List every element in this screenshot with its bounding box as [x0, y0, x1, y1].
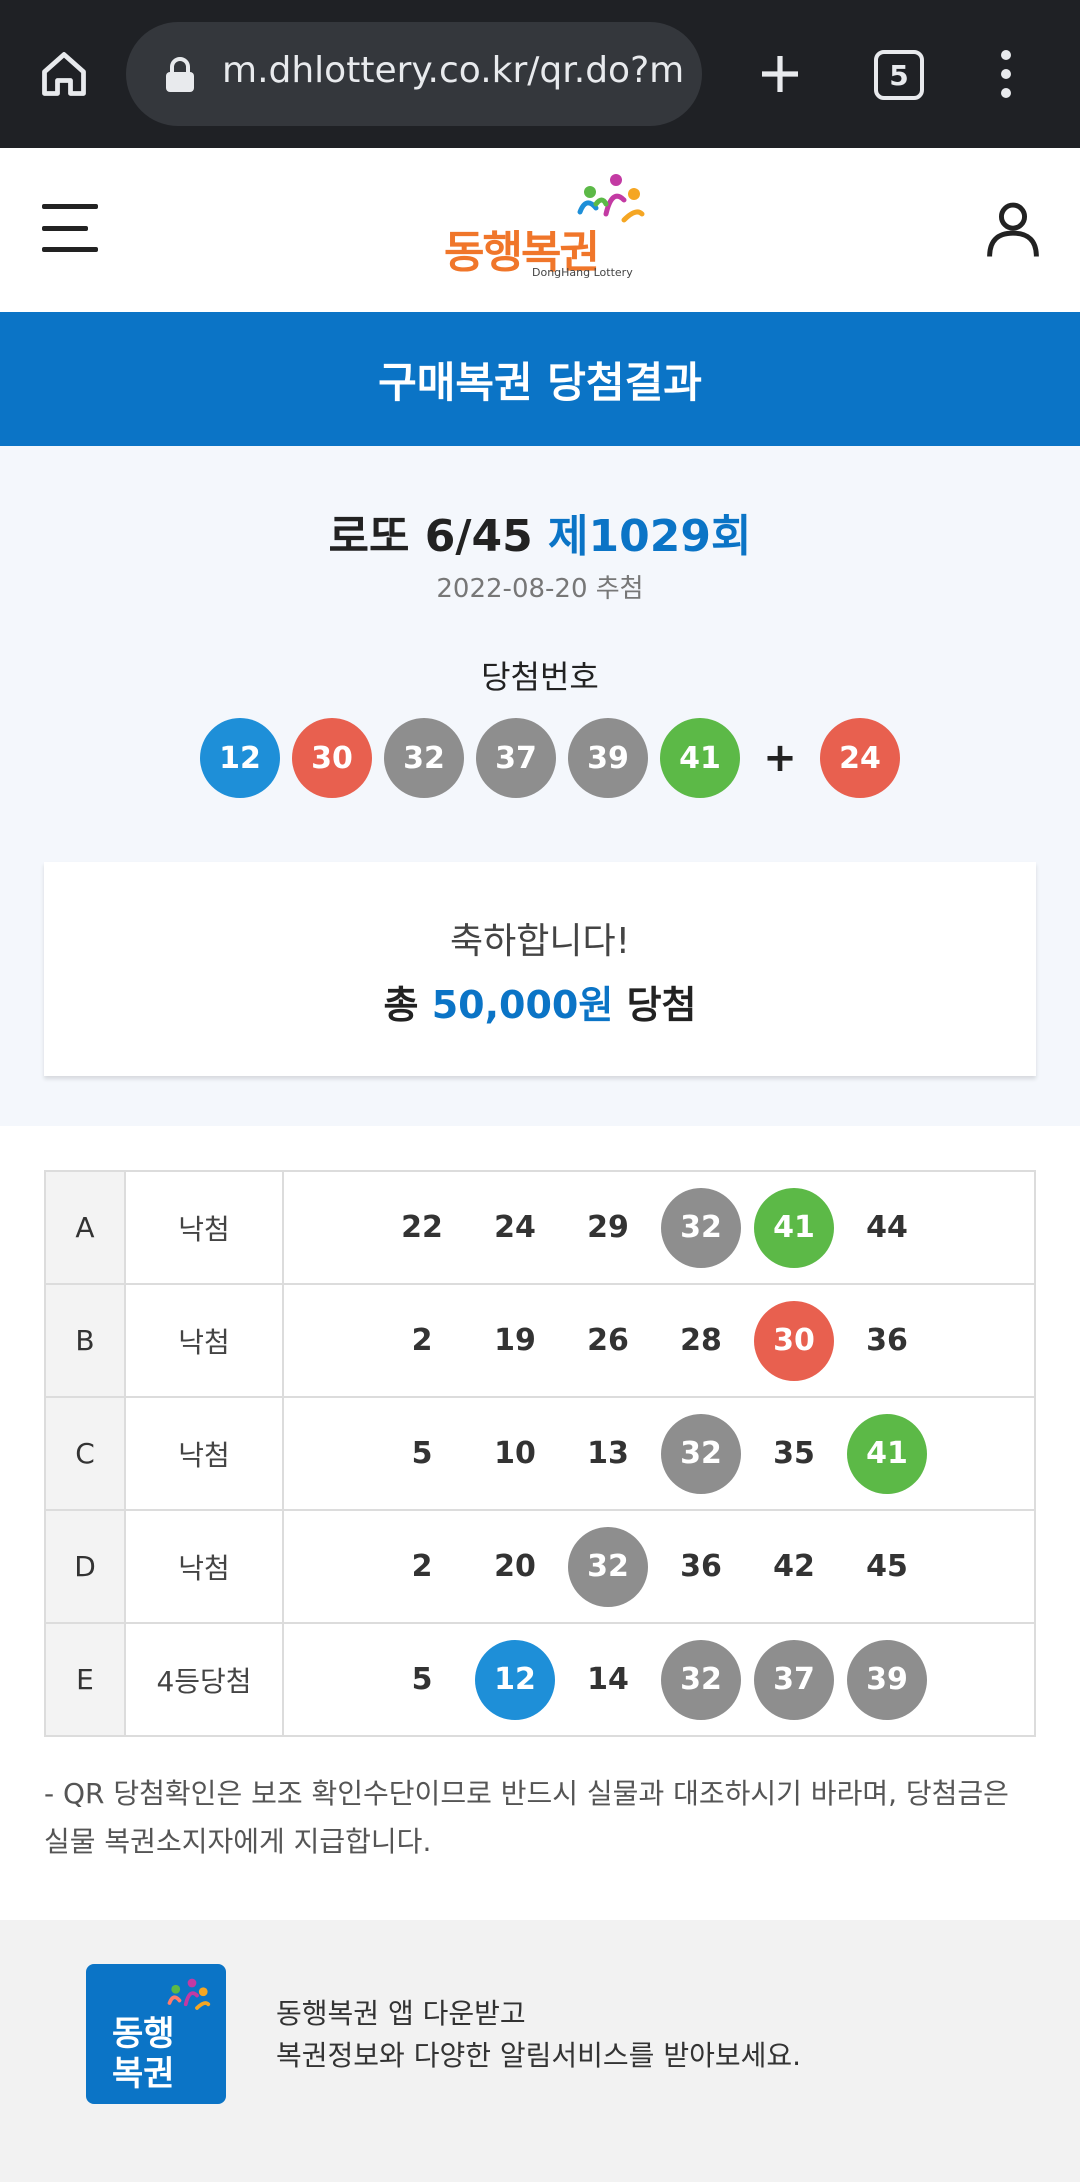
- prize-summary-card: 축하합니다! 총 50,000원 당첨: [44, 862, 1036, 1076]
- matched-number-ball: 32: [661, 1413, 741, 1494]
- ticket-number: 29: [587, 1210, 629, 1245]
- ticket-number: 26: [587, 1323, 629, 1358]
- page-title-banner: 구매복권 당첨결과: [0, 312, 1080, 446]
- game-label: D: [44, 1509, 126, 1624]
- result-status: 4등당첨: [124, 1622, 284, 1737]
- ticket-row: A 낙첨 22 24 29 32 41 44: [44, 1170, 1036, 1285]
- draw-info-section: 로또 6/45 제1029회 2022-08-20 추첨 당첨번호 12 30 32…: [0, 446, 1080, 1126]
- result-status: 낙첨: [124, 1509, 284, 1624]
- matched-number-ball: 12: [475, 1639, 555, 1720]
- winning-number-ball: 39: [568, 718, 648, 798]
- ticket-number: 42: [773, 1549, 815, 1584]
- site-header: 동행복권 DongHang Lottery: [0, 148, 1080, 312]
- browser-toolbar: m.dhlottery.co.kr/qr.do?method=winQr 5: [0, 0, 1080, 148]
- address-bar[interactable]: m.dhlottery.co.kr/qr.do?method=winQr: [126, 22, 702, 126]
- ticket-row: C 낙첨 5 10 13 32 35 41: [44, 1396, 1036, 1511]
- ticket-number: 22: [401, 1210, 443, 1245]
- ticket-number: 20: [494, 1549, 536, 1584]
- result-status: 낙첨: [124, 1170, 284, 1285]
- app-banner-line2: 복권정보와 다양한 알림서비스를 받아보세요.: [276, 2039, 802, 2072]
- home-icon[interactable]: [28, 38, 100, 110]
- lock-icon: [162, 56, 198, 94]
- new-tab-icon[interactable]: [744, 38, 816, 110]
- draw-title: 로또 6/45 제1029회: [0, 500, 1080, 564]
- ticket-numbers-cell: 5 12 14 32 37 39: [282, 1622, 1036, 1737]
- page-title: 구매복권 당첨결과: [378, 357, 702, 407]
- ticket-number: 19: [494, 1323, 536, 1358]
- ticket-number: 28: [680, 1323, 722, 1358]
- game-name: 로또 6/45: [328, 511, 533, 562]
- ticket-number: 14: [587, 1662, 629, 1697]
- matched-number-ball: 41: [754, 1187, 834, 1268]
- ticket-number: 36: [866, 1323, 908, 1358]
- ticket-number: 5: [411, 1436, 433, 1471]
- winning-number-ball: 32: [384, 718, 464, 798]
- ticket-number: 2: [411, 1323, 433, 1358]
- ticket-numbers-cell: 22 24 29 32 41 44: [282, 1170, 1036, 1285]
- bonus-number-ball: 24: [820, 718, 900, 798]
- ticket-number: 24: [494, 1210, 536, 1245]
- notice-text: - QR 당첨확인은 보조 확인수단이므로 반드시 실물과 대조하시기 바라며,…: [44, 1777, 1009, 1858]
- winning-number-ball: 37: [476, 718, 556, 798]
- matched-number-ball: 41: [847, 1413, 927, 1494]
- draw-date: 2022-08-20 추첨: [436, 574, 644, 604]
- app-download-banner[interactable]: 동행복권 동행복권 앱 다운받고 복권정보와 다양한 알림서비스를 받아보세요.: [0, 1920, 1080, 2182]
- game-label: B: [44, 1283, 126, 1398]
- ticket-row: B 낙첨 2 19 26 28 30 36: [44, 1283, 1036, 1398]
- matched-number-ball: 32: [661, 1187, 741, 1268]
- result-status: 낙첨: [124, 1396, 284, 1511]
- app-icon-label: 동행복권: [112, 2014, 175, 2094]
- tab-switcher-button[interactable]: 5: [874, 50, 924, 100]
- ticket-result-table: A 낙첨 22 24 29 32 41 44 B 낙첨 2 19 26 28 30 36 C 낙첨 5 10 13 32 3…: [44, 1170, 1036, 1737]
- result-status: 낙첨: [124, 1283, 284, 1398]
- ticket-number: 35: [773, 1436, 815, 1471]
- ticket-number: 5: [411, 1662, 433, 1697]
- ticket-row: D 낙첨 2 20 32 36 42 45: [44, 1509, 1036, 1624]
- ticket-row: E 4등당첨 5 12 14 32 37 39: [44, 1622, 1036, 1737]
- prize-prefix: 총: [383, 983, 419, 1027]
- url-text[interactable]: m.dhlottery.co.kr/qr.do?method=winQr: [222, 50, 682, 91]
- logo-subtitle: DongHang Lottery: [532, 266, 633, 279]
- prize-suffix: 당첨: [626, 983, 697, 1027]
- ticket-number: 2: [411, 1549, 433, 1584]
- draw-round: 제1029회: [548, 511, 752, 562]
- app-logo-people-icon: [167, 1978, 211, 2010]
- winning-number-ball: 41: [660, 718, 740, 798]
- ticket-numbers-cell: 5 10 13 32 35 41: [282, 1396, 1036, 1511]
- app-banner-line1: 동행복권 앱 다운받고: [276, 1997, 526, 2030]
- prize-total: 총 50,000원 당첨: [44, 974, 1036, 1029]
- user-icon[interactable]: [980, 196, 1046, 262]
- hamburger-menu-icon[interactable]: [42, 204, 98, 252]
- matched-number-ball: 32: [568, 1526, 648, 1607]
- site-logo[interactable]: 동행복권 DongHang Lottery: [440, 174, 650, 286]
- winning-numbers: 12 30 32 37 39 41 +24: [200, 718, 900, 798]
- matched-number-ball: 32: [661, 1639, 741, 1720]
- ticket-number: 45: [866, 1549, 908, 1584]
- ticket-number: 10: [494, 1436, 536, 1471]
- app-icon[interactable]: 동행복권: [86, 1964, 226, 2104]
- winning-number-ball: 30: [292, 718, 372, 798]
- ticket-number: 13: [587, 1436, 629, 1471]
- matched-number-ball: 30: [754, 1300, 834, 1381]
- ticket-numbers-cell: 2 19 26 28 30 36: [282, 1283, 1036, 1398]
- game-label: E: [44, 1622, 126, 1737]
- congrats-message: 축하합니다!: [449, 921, 631, 962]
- bonus-plus-sign: +: [763, 735, 797, 781]
- game-label: A: [44, 1170, 126, 1285]
- winning-number-ball: 12: [200, 718, 280, 798]
- ticket-number: 44: [866, 1210, 908, 1245]
- prize-amount: 50,000원: [431, 983, 614, 1027]
- more-menu-icon[interactable]: [980, 38, 1032, 110]
- matched-number-ball: 37: [754, 1639, 834, 1720]
- ticket-number: 36: [680, 1549, 722, 1584]
- ticket-numbers-cell: 2 20 32 36 42 45: [282, 1509, 1036, 1624]
- winning-numbers-label: 당첨번호: [481, 658, 599, 696]
- matched-number-ball: 39: [847, 1639, 927, 1720]
- game-label: C: [44, 1396, 126, 1511]
